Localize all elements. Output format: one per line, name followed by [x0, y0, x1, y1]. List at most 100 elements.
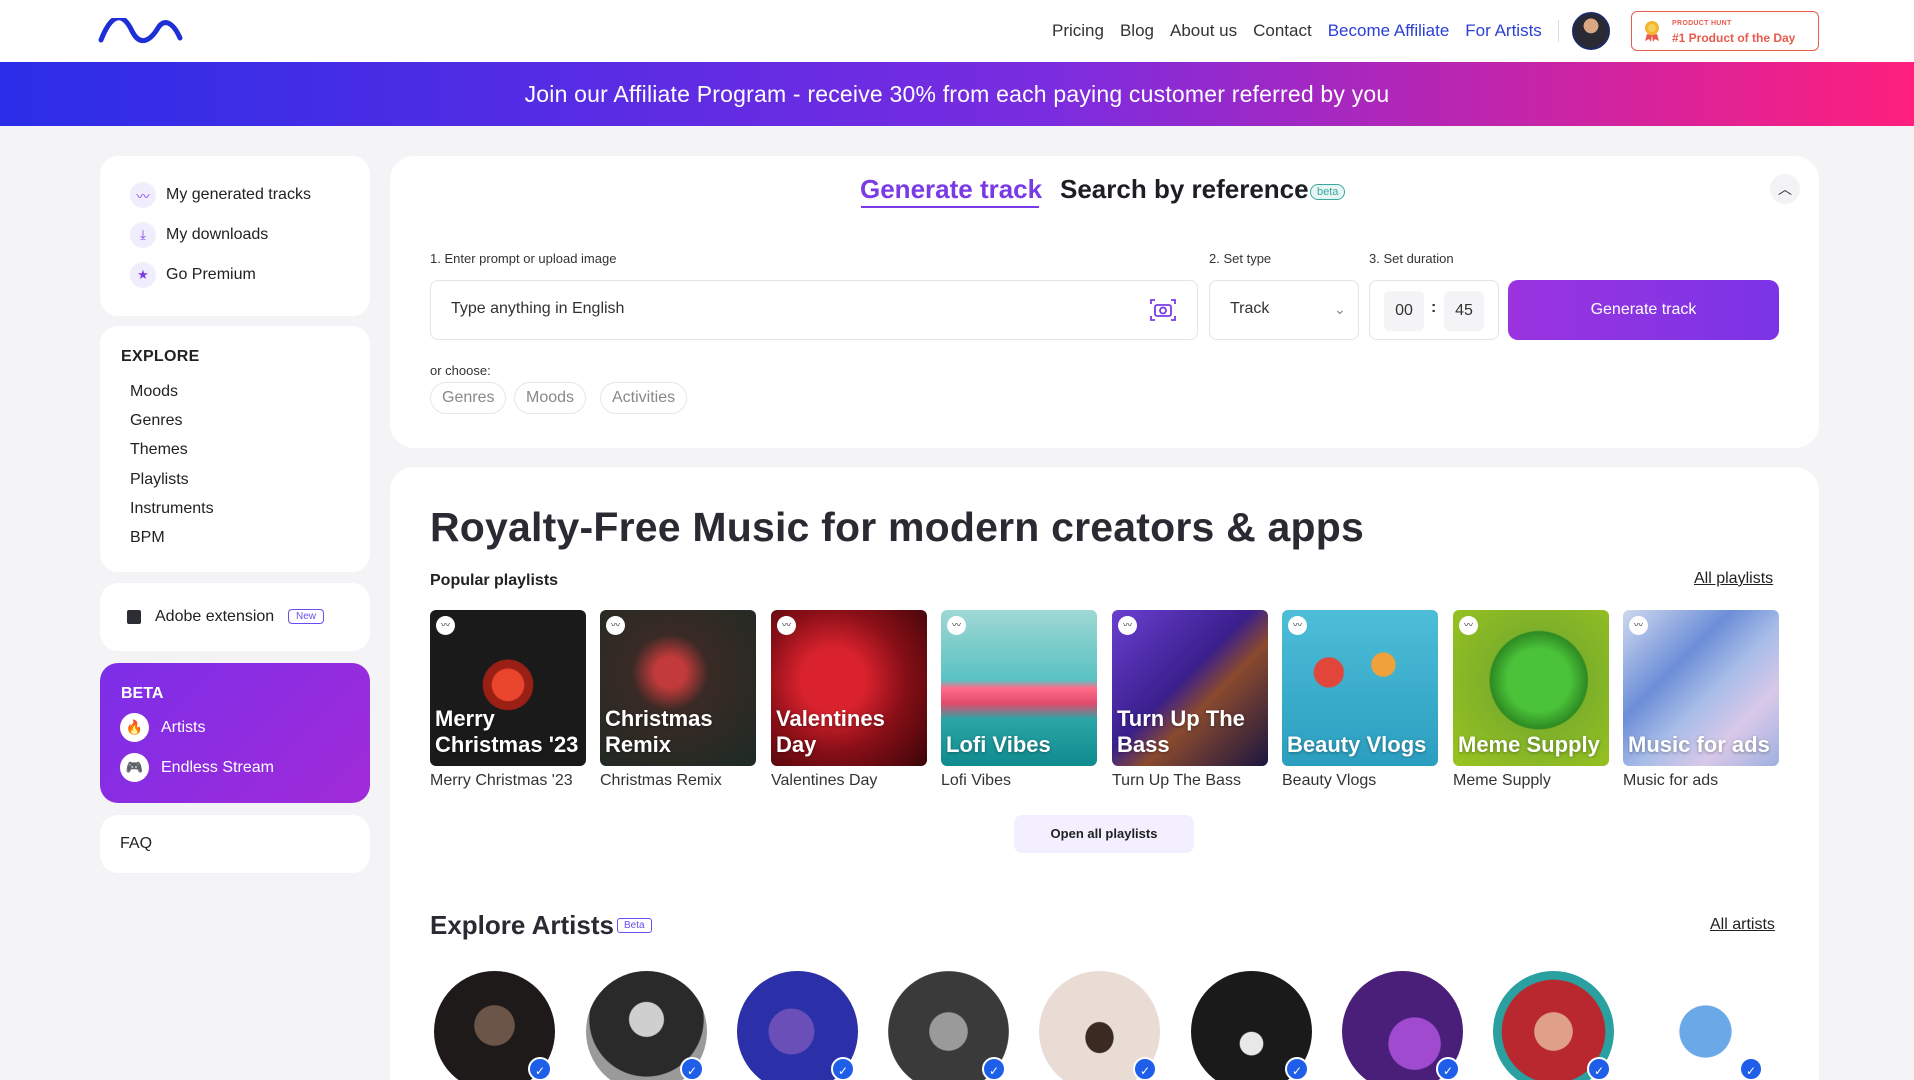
faq-label: FAQ — [120, 835, 153, 852]
camera-upload-icon[interactable] — [1149, 297, 1177, 323]
open-all-playlists-button[interactable]: Open all playlists — [1014, 815, 1194, 853]
wave-icon: 〰 — [777, 616, 796, 635]
chip-activities[interactable]: Activities — [600, 382, 688, 414]
star-icon: ★ — [130, 262, 156, 288]
playlist-tile-title: Music for ads — [1628, 732, 1770, 757]
step3-label: 3. Set duration — [1369, 251, 1454, 266]
affiliate-banner[interactable]: Join our Affiliate Program - receive 30%… — [0, 62, 1914, 126]
producthunt-title: #1 Product of the Day — [1672, 31, 1796, 45]
playlist-tile-title: Lofi Vibes — [946, 732, 1051, 757]
medal-icon — [1645, 21, 1659, 42]
all-artists-link[interactable]: All artists — [1710, 916, 1775, 934]
playlist-caption[interactable]: Christmas Remix — [600, 772, 722, 790]
duration-seconds[interactable]: 45 — [1444, 291, 1484, 331]
all-playlists-link[interactable]: All playlists — [1694, 570, 1773, 588]
wave-icon: 〰 — [1629, 616, 1648, 635]
page-title: Royalty-Free Music for modern creators &… — [430, 504, 1365, 550]
playlist-caption[interactable]: Music for ads — [1623, 772, 1718, 790]
playlist-caption[interactable]: Meme Supply — [1453, 772, 1551, 790]
explore-playlists[interactable]: Playlists — [130, 471, 189, 489]
sidebar-faq[interactable]: FAQ — [100, 815, 370, 873]
beta-badge: Beta — [617, 918, 652, 933]
fire-icon: 🔥 — [120, 713, 149, 742]
explore-bpm[interactable]: BPM — [130, 529, 165, 547]
tab-search-by-reference[interactable]: Search by reference — [1060, 174, 1309, 205]
playlist-tile[interactable]: 〰 Merry Christmas '23 — [430, 610, 586, 766]
sidebar-item-go-premium[interactable]: ★ Go Premium — [130, 262, 256, 288]
playlist-tile[interactable]: 〰 Turn Up The Bass — [1112, 610, 1268, 766]
generate-track-button[interactable]: Generate track — [1508, 280, 1779, 340]
sidebar-item-label: My downloads — [166, 226, 269, 243]
collapse-chevron-up-icon[interactable]: ︿ — [1770, 174, 1800, 204]
nav-become-affiliate[interactable]: Become Affiliate — [1328, 21, 1450, 41]
nav-contact[interactable]: Contact — [1253, 21, 1312, 41]
playlist-caption[interactable]: Turn Up The Bass — [1112, 772, 1241, 790]
explore-themes[interactable]: Themes — [130, 441, 188, 459]
sidebar-adobe-extension[interactable]: Adobe extension New — [100, 583, 370, 651]
gamepad-icon: 🎮 — [120, 753, 149, 782]
sidebar-user-menu: 〰 My generated tracks ⤓ My downloads ★ G… — [100, 156, 370, 316]
step1-label: 1. Enter prompt or upload image — [430, 251, 617, 266]
new-badge: New — [288, 609, 325, 624]
prompt-input[interactable]: Type anything in English — [430, 280, 1198, 340]
verified-check-icon: ✓ — [1587, 1057, 1611, 1080]
sidebar-item-endless-stream[interactable]: 🎮 Endless Stream — [120, 753, 274, 782]
playlist-tile[interactable]: 〰 Lofi Vibes — [941, 610, 1097, 766]
verified-check-icon: ✓ — [1739, 1057, 1763, 1080]
sidebar-item-downloads[interactable]: ⤓ My downloads — [130, 222, 268, 248]
tab-generate-track[interactable]: Generate track — [860, 174, 1042, 205]
playlist-tile[interactable]: 〰 Christmas Remix — [600, 610, 756, 766]
playlist-caption[interactable]: Beauty Vlogs — [1282, 772, 1376, 790]
duration-picker: 00 : 45 — [1369, 280, 1499, 340]
sidebar-item-label: Artists — [161, 718, 206, 736]
explore-instruments[interactable]: Instruments — [130, 500, 214, 518]
verified-check-icon: ✓ — [982, 1057, 1006, 1080]
beta-heading: BETA — [121, 685, 164, 702]
playlist-tile-title: Turn Up The Bass — [1117, 706, 1245, 757]
playlist-caption[interactable]: Merry Christmas '23 — [430, 772, 573, 790]
user-avatar[interactable] — [1572, 12, 1610, 50]
active-tab-indicator — [861, 206, 1039, 208]
or-choose-label: or choose: — [430, 363, 491, 378]
producthunt-badge[interactable]: PRODUCT HUNT #1 Product of the Day — [1631, 11, 1819, 51]
explore-genres[interactable]: Genres — [130, 412, 182, 430]
sidebar-item-artists[interactable]: 🔥 Artists — [120, 713, 205, 742]
nav-pricing[interactable]: Pricing — [1052, 21, 1104, 41]
playlist-tile[interactable]: 〰 Beauty Vlogs — [1282, 610, 1438, 766]
popular-playlists-heading: Popular playlists — [430, 572, 559, 589]
prompt-placeholder: Type anything in English — [451, 300, 625, 317]
duration-separator: : — [1431, 299, 1437, 316]
sidebar-item-generated-tracks[interactable]: 〰 My generated tracks — [130, 182, 311, 208]
chip-moods[interactable]: Moods — [514, 382, 587, 414]
adobe-extension-label: Adobe extension — [155, 608, 275, 625]
explore-artists-heading: Explore Artists — [430, 910, 614, 940]
generator-panel: Generate track Search by reference beta … — [390, 156, 1819, 448]
producthunt-label: PRODUCT HUNT — [1672, 20, 1732, 27]
explore-moods[interactable]: Moods — [130, 383, 178, 401]
sidebar-item-label: Go Premium — [166, 266, 256, 283]
chip-genres[interactable]: Genres — [430, 382, 507, 414]
logo-wave-icon[interactable] — [98, 18, 183, 44]
verified-check-icon: ✓ — [1285, 1057, 1309, 1080]
nav-for-artists[interactable]: For Artists — [1465, 21, 1542, 41]
verified-check-icon: ✓ — [831, 1057, 855, 1080]
playlist-caption[interactable]: Valentines Day — [771, 772, 877, 790]
wave-icon: 〰 — [130, 182, 156, 208]
playlist-tile-title: Meme Supply — [1458, 732, 1600, 757]
playlist-tile[interactable]: 〰 Meme Supply — [1453, 610, 1609, 766]
playlist-tile-title: Valentines Day — [776, 706, 885, 757]
nav-blog[interactable]: Blog — [1120, 21, 1154, 41]
playlist-tile-title: Christmas Remix — [605, 706, 713, 757]
wave-icon: 〰 — [1288, 616, 1307, 635]
main-nav: Pricing Blog About us Contact Become Aff… — [1052, 20, 1559, 42]
verified-check-icon: ✓ — [528, 1057, 552, 1080]
type-select[interactable]: Track ⌄ — [1209, 280, 1359, 340]
playlist-caption[interactable]: Lofi Vibes — [941, 772, 1011, 790]
verified-check-icon: ✓ — [680, 1057, 704, 1080]
playlist-tile[interactable]: 〰 Valentines Day — [771, 610, 927, 766]
playlist-tile[interactable]: 〰 Music for ads — [1623, 610, 1779, 766]
nav-about[interactable]: About us — [1170, 21, 1237, 41]
wave-icon: 〰 — [1118, 616, 1137, 635]
duration-minutes[interactable]: 00 — [1384, 291, 1424, 331]
sidebar-explore: EXPLORE Moods Genres Themes Playlists In… — [100, 326, 370, 572]
